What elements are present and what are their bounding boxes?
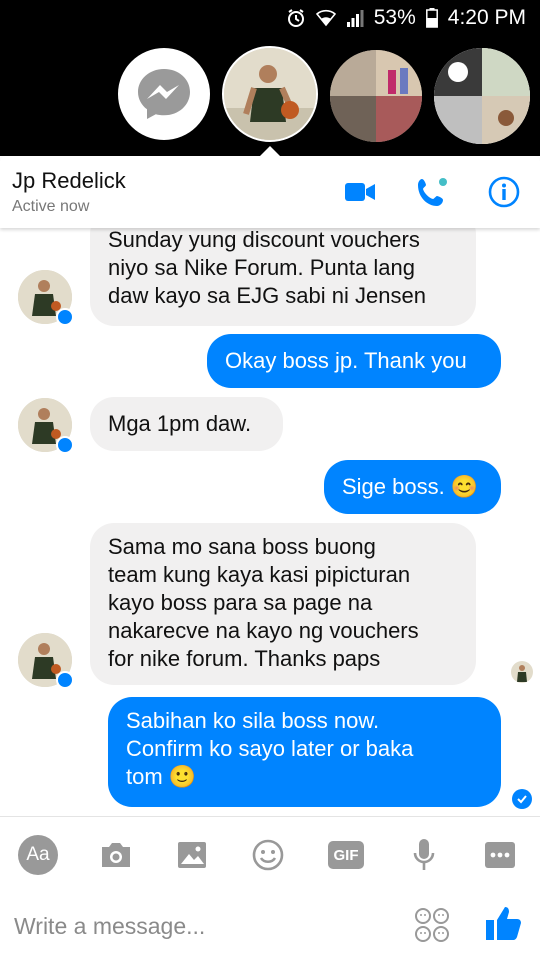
- signal-icon: [346, 9, 364, 27]
- text-size-label: Aa: [18, 835, 58, 875]
- composer: [0, 890, 540, 960]
- chat-heads-bar: [0, 36, 540, 156]
- delivered-check-icon: [512, 789, 532, 809]
- gif-label: GIF: [328, 841, 364, 869]
- more-icon[interactable]: [480, 835, 520, 875]
- gallery-icon[interactable]: [172, 835, 212, 875]
- conversation-header: Jp Redelick Active now: [0, 156, 540, 228]
- like-icon[interactable]: [484, 904, 522, 942]
- message-thread[interactable]: Sunday yung discount vouchers niyo sa Ni…: [0, 228, 540, 816]
- battery-icon: [425, 8, 438, 28]
- emoji-icon[interactable]: [248, 835, 288, 875]
- message-incoming[interactable]: Mga 1pm daw.: [90, 397, 283, 451]
- composer-toolbar: Aa GIF: [0, 816, 540, 890]
- message-outgoing[interactable]: Sabihan ko sila boss now. Confirm ko say…: [108, 697, 501, 807]
- status-bar: 53% 4:20 PM: [0, 0, 540, 36]
- message-text: Sunday yung discount vouchers niyo sa Ni…: [108, 228, 426, 308]
- message-outgoing[interactable]: Sige boss. 😊: [324, 460, 501, 514]
- contact-name[interactable]: Jp Redelick: [12, 168, 126, 194]
- gif-icon[interactable]: GIF: [326, 835, 366, 875]
- alarm-icon: [286, 8, 306, 28]
- avatar[interactable]: [18, 270, 74, 326]
- text-size-icon[interactable]: Aa: [18, 835, 58, 875]
- camera-icon[interactable]: [96, 835, 136, 875]
- message-input[interactable]: [14, 904, 394, 948]
- active-head-pointer: [258, 146, 282, 158]
- contact-status: Active now: [12, 198, 90, 215]
- message-outgoing[interactable]: Okay boss jp. Thank you: [207, 334, 501, 388]
- contact-avatar[interactable]: [222, 46, 318, 142]
- stickers-icon[interactable]: [414, 908, 450, 942]
- group-avatar-2[interactable]: [434, 48, 530, 144]
- messenger-badge-icon: [56, 436, 74, 454]
- wifi-icon: [315, 9, 336, 27]
- message-incoming[interactable]: Sama mo sana boss buong team kung kaya k…: [90, 523, 476, 685]
- voice-call-icon[interactable]: [414, 174, 450, 210]
- avatar[interactable]: [18, 398, 74, 454]
- avatar[interactable]: [18, 633, 74, 689]
- battery-percent: 53%: [373, 6, 416, 29]
- group-avatar-1[interactable]: [330, 50, 422, 142]
- info-icon[interactable]: [486, 174, 522, 210]
- messenger-badge-icon: [56, 671, 74, 689]
- clock: 4:20 PM: [447, 6, 526, 29]
- video-call-icon[interactable]: [342, 174, 378, 210]
- messenger-icon[interactable]: [118, 48, 210, 140]
- message-incoming[interactable]: Sunday yung discount vouchers niyo sa Ni…: [90, 228, 476, 326]
- messenger-badge-icon: [56, 308, 74, 326]
- microphone-icon[interactable]: [404, 835, 444, 875]
- seen-avatar-icon: [511, 661, 533, 683]
